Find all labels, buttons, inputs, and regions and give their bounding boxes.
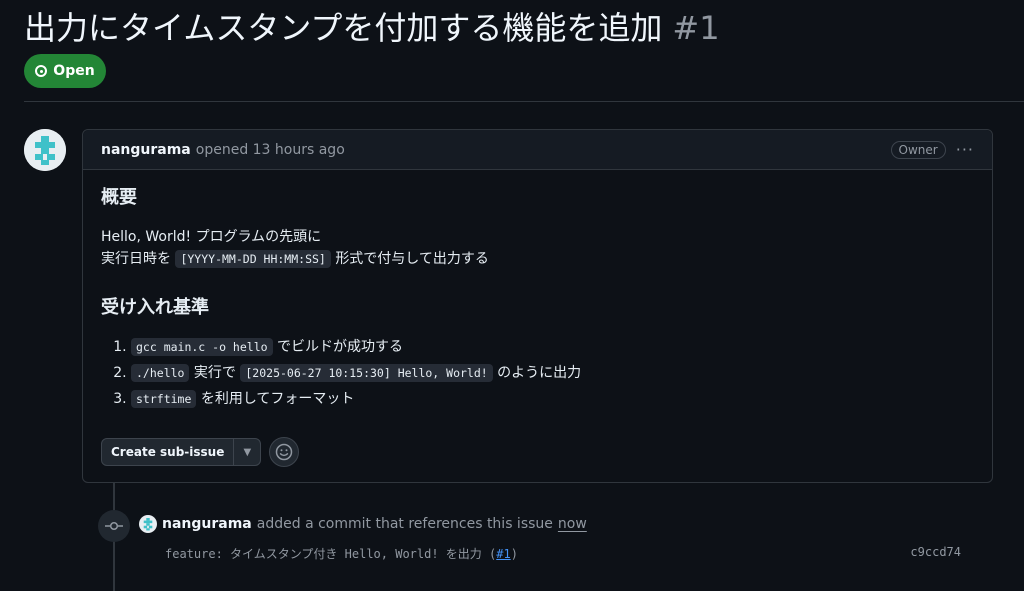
event-action: added a commit that references this issu… [256,516,553,532]
issue-state-label: Open [53,63,95,79]
comment-body: 概要 Hello, World! プログラムの先頭に 実行日時を [YYYY-M… [83,170,992,430]
author-avatar[interactable] [24,129,66,171]
section-heading-acceptance: 受け入れ基準 [101,297,209,318]
issue-open-icon [35,65,48,77]
inline-code: [YYYY-MM-DD HH:MM:SS] [175,250,331,268]
commit-message[interactable]: feature: タイムスタンプ付き Hello, World! を出力 (#1… [165,545,518,562]
event-time-link[interactable]: now [558,516,587,532]
issue-comment: nangurama opened 13 hours ago Owner ··· … [82,129,993,483]
section-heading-overview: 概要 [101,187,137,208]
identicon-icon [24,129,66,171]
issue-state-badge: Open [24,54,106,88]
issue-number: #1 [672,9,720,47]
git-commit-icon [98,510,130,542]
comment-author-link[interactable]: nangurama [101,142,191,158]
timeline-event: nangurama added a commit that references… [139,515,587,533]
event-author-avatar[interactable] [139,515,157,533]
add-reaction-button[interactable] [269,437,300,467]
comment-header: nangurama opened 13 hours ago Owner ··· [83,130,992,170]
identicon-icon [143,518,153,531]
overview-line-2: 実行日時を [YYYY-MM-DD HH:MM:SS] 形式で付与して出力する [101,250,489,268]
list-item: gcc main.c -o hello でビルドが成功する [131,336,974,358]
issue-reference-link[interactable]: #1 [496,547,510,561]
issue-header: 出力にタイムスタンプを付加する機能を追加 #1 Open [24,6,1024,88]
comment-actions: Create sub-issue ▼ [101,437,300,467]
acceptance-criteria-list: gcc main.c -o hello でビルドが成功する ./hello 実行… [101,336,974,410]
triangle-down-icon[interactable]: ▼ [234,439,260,465]
create-sub-issue-button[interactable]: Create sub-issue [102,439,235,465]
commit-sha[interactable]: c9ccd74 [910,545,961,562]
owner-badge: Owner [890,140,946,159]
comment-menu-icon[interactable]: ··· [956,140,974,159]
header-divider [24,101,1024,102]
sub-issue-button-group: Create sub-issue ▼ [101,438,262,466]
list-item: strftime を利用してフォーマット [131,388,974,410]
issue-title-text: 出力にタイムスタンプを付加する機能を追加 [24,9,663,47]
issue-title: 出力にタイムスタンプを付加する機能を追加 #1 [24,6,1024,50]
commit-row: feature: タイムスタンプ付き Hello, World! を出力 (#1… [165,545,961,562]
comment-action[interactable]: opened 13 hours ago [196,142,345,158]
overview-line-1: Hello, World! プログラムの先頭に [101,229,322,245]
smiley-icon [276,443,293,461]
event-author-link[interactable]: nangurama [162,516,252,532]
list-item: ./hello 実行で [2025-06-27 10:15:30] Hello,… [131,362,974,384]
